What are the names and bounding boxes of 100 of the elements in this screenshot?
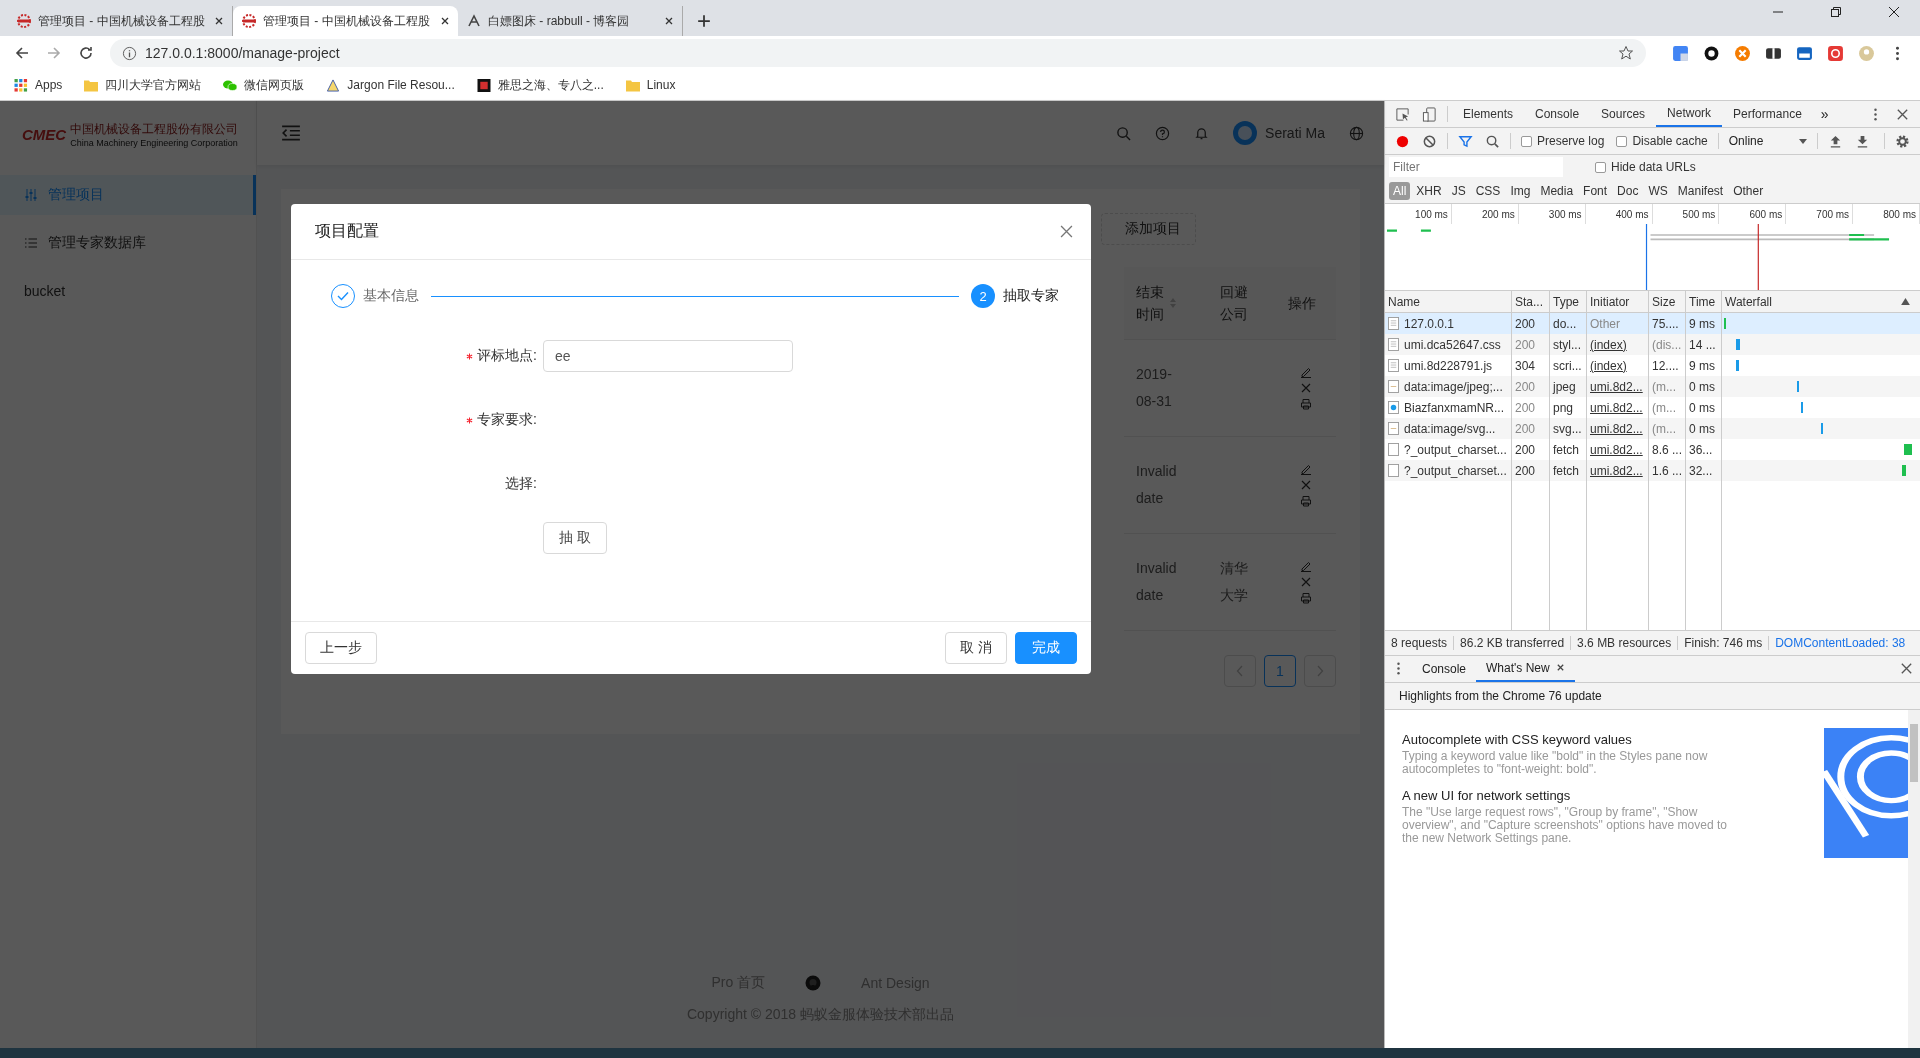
bookmark-link[interactable]: 微信网页版 — [223, 76, 305, 94]
column-header[interactable]: Sta... — [1512, 291, 1550, 312]
type-filter-button[interactable]: Img — [1506, 182, 1535, 200]
record-icon[interactable] — [1395, 133, 1410, 149]
globe-icon[interactable] — [1349, 125, 1364, 141]
drawer-tab[interactable]: What's New — [1476, 655, 1575, 682]
bookmark-link[interactable]: Linux — [625, 78, 676, 92]
new-tab-icon[interactable] — [697, 14, 711, 28]
help-icon[interactable] — [1155, 125, 1171, 141]
browser-tab[interactable]: 管理项目 - 中国机械设备工程股 — [233, 6, 458, 36]
draw-button[interactable]: 抽 取 — [543, 522, 607, 554]
step-number: 2 — [971, 284, 995, 308]
close-icon[interactable] — [1888, 6, 1900, 18]
more-tabs-button[interactable]: » — [1812, 106, 1837, 122]
edit-icon[interactable] — [1300, 463, 1312, 475]
scrollbar[interactable] — [1908, 709, 1920, 1048]
settings-icon[interactable] — [1895, 133, 1910, 149]
search-icon[interactable] — [1485, 133, 1500, 149]
status-cell: 200 — [1512, 418, 1550, 439]
translate-icon[interactable] — [1672, 44, 1689, 62]
column-header[interactable]: Waterfall — [1722, 291, 1920, 312]
restore-icon[interactable] — [1830, 6, 1842, 18]
address-field[interactable]: 127.0.0.1:8000/manage-project — [110, 39, 1646, 67]
column-header[interactable]: Name — [1385, 291, 1512, 312]
file-icon — [1388, 464, 1399, 477]
bookmark-link[interactable]: Jargon File Resou... — [326, 78, 455, 92]
forward-icon[interactable] — [46, 45, 62, 61]
type-filter-button[interactable]: CSS — [1471, 182, 1505, 200]
close-icon[interactable] — [1555, 663, 1565, 672]
type-filter-button[interactable]: Font — [1579, 182, 1612, 200]
request-row[interactable]: data:image/jpeg;... 200 jpeg umi.8d2... (m... 0 ms — [1385, 376, 1920, 397]
printer-icon[interactable] — [1300, 398, 1312, 410]
type-filter-button[interactable]: Media — [1536, 182, 1578, 200]
type-filter-button[interactable]: Doc — [1613, 182, 1643, 200]
close-icon[interactable] — [214, 16, 224, 26]
request-row[interactable]: 127.0.0.1 200 do... Other 75.... 9 ms — [1385, 313, 1920, 334]
cancel-button[interactable]: 取 消 — [945, 632, 1007, 664]
article-title[interactable]: Autocomplete with CSS keyword values — [1402, 731, 1824, 747]
bookmark-link[interactable]: 雅思之海、专八之... — [476, 76, 604, 94]
reload-icon[interactable] — [78, 45, 94, 61]
type-filter-button[interactable]: JS — [1447, 182, 1470, 200]
delete-icon[interactable] — [1300, 576, 1312, 588]
request-name: data:image/svg... — [1404, 421, 1496, 436]
clear-icon[interactable] — [1422, 133, 1437, 149]
drawer-tab[interactable]: Console — [1412, 655, 1477, 682]
request-row[interactable]: umi.dca52647.css 200 styl... (index) (dis... 14 ... — [1385, 334, 1920, 355]
column-header[interactable]: Time — [1686, 291, 1722, 312]
request-name: umi.dca52647.css — [1404, 337, 1501, 352]
tick-label: 200 ms — [1481, 208, 1515, 220]
filter-field[interactable]: Filter — [1389, 157, 1563, 177]
request-name: ?_output_charset... — [1404, 442, 1507, 457]
request-name: BiazfanxmamNR... — [1404, 400, 1505, 415]
printer-icon[interactable] — [1300, 495, 1312, 507]
type-cell: styl... — [1550, 334, 1587, 355]
bell-icon[interactable] — [1194, 125, 1210, 141]
devtools-tab[interactable]: Console — [1524, 101, 1591, 127]
disable-cache-checkbox[interactable]: Disable cache — [1616, 134, 1708, 148]
star-icon[interactable] — [1618, 45, 1634, 61]
request-row[interactable]: data:image/svg... 200 svg... umi.8d2... (m... 0 ms — [1385, 418, 1920, 439]
preserve-log-checkbox[interactable]: Preserve log — [1521, 134, 1605, 148]
type-filter-button[interactable]: XHR — [1412, 182, 1446, 200]
inspect-icon[interactable] — [1395, 106, 1410, 122]
field-label: 评标地点: — [477, 347, 537, 365]
triangle-icon — [326, 78, 341, 92]
column-header[interactable]: Type — [1550, 291, 1587, 312]
delete-icon[interactable] — [1300, 382, 1312, 394]
devtools-tab[interactable]: Network — [1656, 101, 1723, 127]
close-icon[interactable] — [1899, 661, 1914, 676]
device-icon[interactable] — [1422, 106, 1437, 122]
bookmark-link[interactable]: Apps — [14, 78, 63, 92]
edit-icon[interactable] — [1300, 560, 1312, 572]
column-header[interactable]: Initiator — [1587, 291, 1649, 312]
github-icon[interactable] — [805, 975, 822, 991]
badge-icon[interactable] — [1796, 44, 1813, 62]
ring-icon[interactable] — [1703, 44, 1720, 62]
sort-icon[interactable] — [1901, 298, 1910, 305]
location-input-field[interactable]: ee — [543, 340, 793, 372]
column-header[interactable]: Size — [1649, 291, 1686, 312]
filter-icon[interactable] — [1458, 133, 1473, 149]
type-filter-button[interactable]: Other — [1729, 182, 1768, 200]
close-icon[interactable] — [440, 16, 450, 26]
request-row[interactable]: ?_output_charset... 200 fetch umi.8d2... 1.6 ... 32... — [1385, 460, 1920, 481]
type-filter-button[interactable]: Manifest — [1673, 182, 1728, 200]
devtools-tab[interactable]: Elements — [1452, 101, 1525, 127]
type-filter-button[interactable]: WS — [1644, 182, 1672, 200]
request-name: umi.8d228791.js — [1404, 358, 1493, 373]
menu-fold-icon[interactable] — [281, 124, 301, 142]
edit-icon[interactable] — [1300, 366, 1312, 378]
bookmark-link[interactable]: 四川大学官方网站 — [84, 76, 202, 94]
devtools-tab[interactable]: Sources — [1590, 101, 1657, 127]
delete-icon[interactable] — [1300, 479, 1312, 491]
back-icon[interactable] — [14, 45, 30, 61]
close-icon[interactable] — [664, 16, 674, 26]
hide-data-urls-checkbox[interactable]: Hide data URLs — [1595, 160, 1696, 174]
previous-step-button[interactable]: 上一步 — [305, 632, 377, 664]
article-title[interactable]: A new UI for network settings — [1402, 787, 1824, 803]
devtools-tab[interactable]: Performance — [1722, 101, 1813, 127]
throttle-dropdown[interactable]: Online — [1722, 134, 1813, 148]
waterfall-bar — [1723, 318, 1726, 329]
printer-icon[interactable] — [1300, 592, 1312, 604]
